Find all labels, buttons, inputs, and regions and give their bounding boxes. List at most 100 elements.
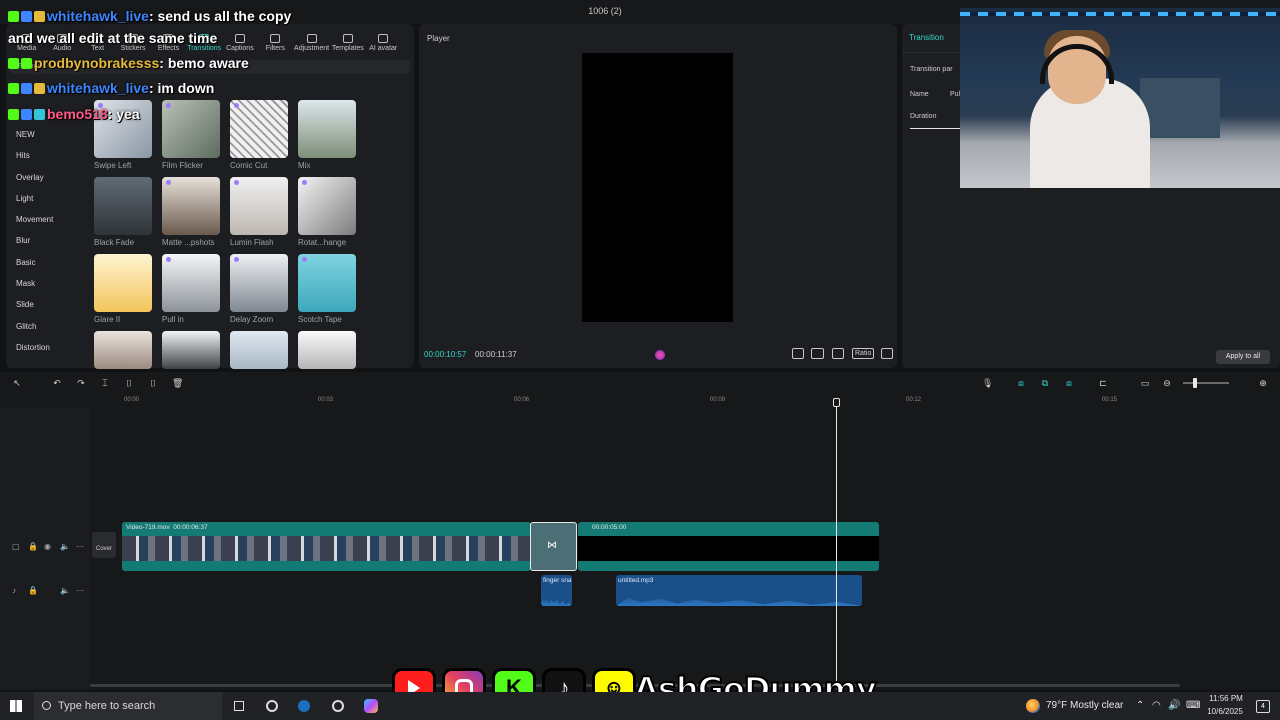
transition-label: Comic Cut [230,161,268,170]
transition-tile[interactable]: Glare II [94,254,152,324]
video-clip[interactable]: 00:00:05:00 [578,522,879,571]
snap-icon[interactable]: ⊏ [1096,378,1110,388]
transition-marker[interactable]: ⋈ [530,522,577,571]
audio-clip[interactable]: untitled.mp3 [616,575,862,606]
ruler-tick: 00:09 [710,397,726,403]
redo-icon[interactable]: ↷ [76,378,86,388]
cover-button[interactable]: Cover [92,532,116,558]
clock-time[interactable]: 11:56 PM [1206,694,1246,703]
zoom-fit-icon[interactable] [832,348,844,359]
steam-icon[interactable] [298,700,310,712]
eye-icon[interactable]: ◉ [44,542,51,551]
category-distortion[interactable]: Distortion [10,337,80,358]
transition-tile[interactable]: Delay Zoom [230,254,288,324]
crop-icon[interactable] [792,348,804,359]
settings-icon[interactable] [332,700,344,712]
transition-tile[interactable] [94,331,152,369]
time-ruler[interactable]: 00:00 00:03 00:06 00:09 00:12 00:15 [90,394,1280,408]
playhead-handle[interactable] [833,398,840,407]
category-overlay[interactable]: Overlay [10,167,80,188]
lock-icon[interactable]: 🔒 [28,586,38,595]
notification-badge[interactable]: 4 [1256,700,1270,713]
transition-tile[interactable]: Black Fade [94,177,152,247]
preview-axis-icon[interactable]: ⧈ [1062,378,1076,388]
category-light[interactable]: Light [10,188,80,209]
transition-tile[interactable] [298,331,356,369]
taskbar-search[interactable]: Type here to search [34,692,222,720]
transition-tile[interactable]: Lumin Flash [230,177,288,247]
full-icon[interactable] [811,348,824,359]
transition-tile[interactable] [162,331,220,369]
video-clip[interactable]: Video-719.mov 00:00:06:37 [122,522,531,571]
tab-captions[interactable]: Captions [223,28,256,52]
audio-clip[interactable]: finger sna [541,575,572,606]
play-button[interactable] [655,350,665,360]
apply-to-all-button[interactable]: Apply to all [1216,350,1270,364]
transition-tile[interactable]: Comic Cut [230,100,288,170]
tab-filters[interactable]: Filters [259,28,292,52]
audio-mute-icon[interactable]: 🔈 [60,542,70,551]
transition-tile[interactable]: Rotat...hange [298,177,356,247]
tab-ai-avatar[interactable]: AI avatar [367,28,400,52]
trim-left-icon[interactable]: ⌷ [124,378,134,388]
tray-chevron-icon[interactable]: ⌃ [1136,700,1144,711]
wifi-icon[interactable]: ◠ [1152,700,1161,711]
windows-start-icon[interactable] [10,700,22,712]
microphone-icon[interactable]: 🎙 [982,378,993,388]
tab-transition[interactable]: Transition [909,33,944,42]
tab-templates[interactable]: Templates [331,28,364,52]
volume-icon[interactable]: 🔊 [1168,700,1180,711]
app-icon[interactable] [266,700,278,712]
ratio-button[interactable]: Ratio [852,348,875,359]
audio-mute-icon[interactable]: 🔈 [60,586,70,595]
category-mask[interactable]: Mask [10,273,80,294]
timeline-toolbar: ↖ ↶ ↷ ⌶ ⌷ ⌷ 🗑 🎙 ⧈ ⧉ ⧈ ⊏ ▭ ⊖ ⊕ [0,372,1280,394]
category-hits[interactable]: Hits [10,145,80,166]
audio-track-icon[interactable]: ♪ [12,586,16,595]
zoom-slider-knob[interactable] [1193,378,1197,388]
lock-icon[interactable]: 🔒 [28,542,38,551]
category-slide[interactable]: Slide [10,294,80,315]
playhead[interactable] [833,398,840,690]
more-icon[interactable]: ⋯ [76,542,84,551]
transition-tile[interactable]: Mix [298,100,356,170]
magnet-icon[interactable]: ⧈ [1014,378,1028,388]
category-glitch[interactable]: Glitch [10,316,80,337]
transition-tile[interactable]: Pull in [162,254,220,324]
transition-tile[interactable]: Matte ...pshots [162,177,220,247]
weather-desc[interactable]: Mostly clear [1070,700,1123,711]
category-movement[interactable]: Movement [10,209,80,230]
delete-icon[interactable]: 🗑 [172,378,183,388]
track-toggle-icon[interactable]: ▢ [12,542,20,551]
zoom-in-icon[interactable]: ⊕ [1258,378,1268,388]
clip-frames [122,536,531,561]
clock-date[interactable]: 10/6/2025 [1204,707,1246,716]
transition-tile[interactable]: Scotch Tape [298,254,356,324]
weather-temp[interactable]: 79°F [1046,700,1067,711]
transition-label: Matte ...pshots [162,238,215,247]
category-new[interactable]: NEW [10,124,80,145]
select-tool-icon[interactable]: ↖ [12,378,22,388]
tab-adjustment[interactable]: Adjustment [294,28,329,52]
transition-tile[interactable]: Film Flicker [162,100,220,170]
zoom-slider[interactable] [1183,378,1229,388]
caption-icon[interactable]: ▭ [1138,378,1152,388]
trim-right-icon[interactable]: ⌷ [148,378,158,388]
video-preview[interactable] [582,53,733,322]
copilot-icon[interactable] [364,699,378,713]
task-view-icon[interactable] [234,701,244,711]
undo-icon[interactable]: ↶ [52,378,62,388]
category-blur[interactable]: Blur [10,230,80,251]
category-basic[interactable]: Basic [10,252,80,273]
link-icon[interactable]: ⧉ [1038,378,1052,388]
transition-thumbnail [298,100,356,158]
zoom-out-icon[interactable]: ⊖ [1162,378,1172,388]
language-icon[interactable]: ⌨ [1186,700,1200,711]
ruler-tick: 00:06 [514,397,530,403]
captions-icon [234,34,245,43]
fullscreen-icon[interactable] [881,348,893,359]
split-icon[interactable]: ⌶ [100,378,110,388]
more-icon[interactable]: ⋯ [76,586,84,595]
transition-tile[interactable] [230,331,288,369]
duration-slider[interactable] [910,128,960,129]
